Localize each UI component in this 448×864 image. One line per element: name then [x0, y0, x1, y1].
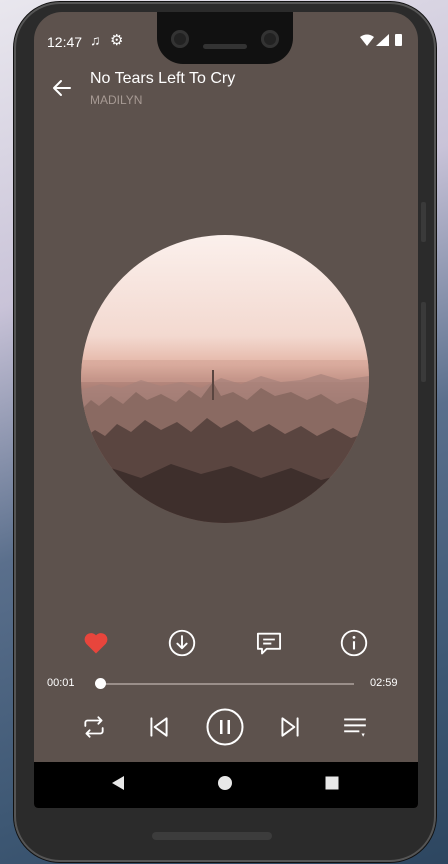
front-camera [171, 30, 189, 48]
queue-icon[interactable] [342, 714, 368, 740]
progress-area: 00:01 02:59 [34, 674, 418, 694]
recents-square-icon[interactable] [324, 775, 340, 791]
front-camera-2 [261, 30, 279, 48]
gear-icon: ⚙ [110, 32, 124, 49]
song-title: No Tears Left To Cry [90, 70, 236, 87]
system-navigation-bar [34, 762, 418, 808]
player-screen: 12:47 ♫ ⚙ No Tears Left To Cry MADILYN 0… [34, 12, 418, 808]
camera-notch [157, 12, 293, 64]
comment-icon[interactable] [255, 629, 283, 657]
back-triangle-icon[interactable] [110, 775, 126, 791]
action-row [34, 629, 418, 659]
playback-controls [34, 706, 418, 748]
album-art-cityscape [81, 370, 369, 523]
volume-button [421, 302, 426, 382]
signal-icon [376, 34, 389, 46]
album-art [81, 235, 369, 523]
current-time: 00:01 [47, 677, 75, 689]
power-button [421, 202, 426, 242]
next-icon[interactable] [277, 714, 303, 740]
home-circle-icon[interactable] [217, 775, 233, 791]
seek-bar[interactable] [97, 683, 354, 685]
seek-knob[interactable] [95, 678, 107, 689]
music-note-icon: ♫ [90, 32, 101, 48]
artist-name: MADILYN [90, 93, 143, 107]
earpiece-speaker [203, 44, 247, 49]
wifi-icon [360, 34, 374, 46]
back-arrow-icon[interactable] [50, 76, 74, 100]
heart-icon[interactable] [82, 629, 110, 657]
pause-icon[interactable] [206, 708, 244, 746]
now-playing-header: No Tears Left To Cry MADILYN [34, 66, 418, 116]
previous-icon[interactable] [146, 714, 172, 740]
download-icon[interactable] [168, 629, 196, 657]
phone-chin-speaker [152, 832, 272, 840]
battery-icon [395, 34, 402, 46]
info-icon[interactable] [340, 629, 368, 657]
status-time: 12:47 [47, 34, 83, 50]
total-time: 02:59 [370, 677, 398, 689]
repeat-icon[interactable] [81, 714, 107, 740]
